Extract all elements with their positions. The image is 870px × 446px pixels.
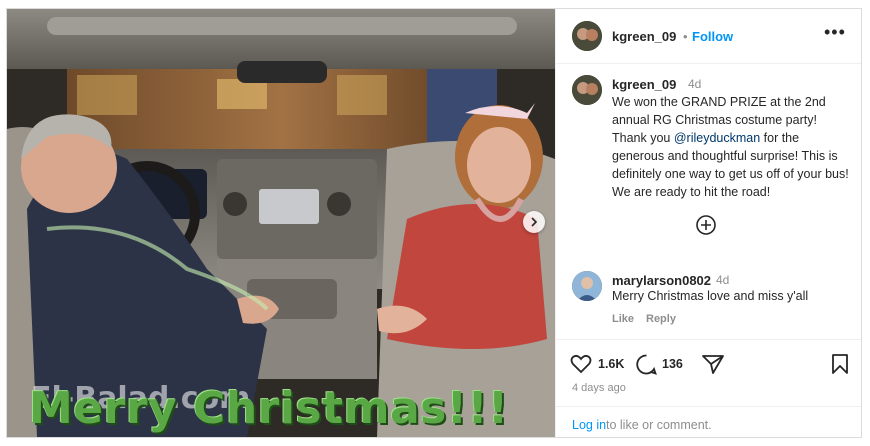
comment-time: 4d — [716, 273, 730, 287]
comments-count: 136 — [662, 357, 683, 371]
heart-icon[interactable] — [570, 354, 592, 374]
comment-icon[interactable] — [636, 354, 657, 375]
van-interior-image — [7, 9, 555, 437]
login-prompt-text: to like or comment. — [606, 418, 712, 432]
login-prompt: Log in to like or comment. — [556, 406, 861, 437]
post-card: El-Balad.com Merry Christmas!!! kgreen_0… — [6, 8, 862, 438]
caption-mention-link[interactable]: @rileyduckman — [674, 131, 760, 145]
header-username[interactable]: kgreen_09 — [612, 29, 676, 44]
add-circle-icon[interactable] — [696, 215, 716, 235]
caption-time: 4d — [688, 77, 702, 91]
post-sidebar: kgreen_09 • Follow ••• kgreen_09 4d We w… — [555, 9, 861, 437]
chevron-right-icon — [531, 217, 538, 227]
caption-username[interactable]: kgreen_09 — [612, 77, 676, 92]
posted-ago: 4 days ago — [572, 382, 626, 394]
post-photo[interactable]: El-Balad.com Merry Christmas!!! — [7, 9, 555, 437]
bookmark-icon[interactable] — [832, 354, 848, 374]
avatar-image — [572, 271, 602, 301]
comment-avatar[interactable] — [572, 271, 602, 301]
caption-avatar[interactable] — [572, 75, 602, 105]
login-link[interactable]: Log in — [572, 418, 606, 432]
share-icon[interactable] — [702, 354, 724, 374]
post-actions: 1.6K 136 4 days ago Log in to like or co… — [556, 339, 861, 437]
overlay-greeting-text: Merry Christmas!!! — [29, 383, 509, 434]
more-icon[interactable]: ••• — [824, 22, 846, 43]
avatar-image — [572, 75, 602, 105]
comment-like-button[interactable]: Like — [612, 313, 634, 325]
post-header: kgreen_09 • Follow ••• — [556, 9, 861, 64]
avatar-image — [572, 21, 602, 51]
avatar[interactable] — [572, 21, 602, 51]
header-separator: • — [683, 29, 688, 44]
comment-reply-button[interactable]: Reply — [646, 313, 676, 325]
follow-button[interactable]: Follow — [692, 29, 733, 44]
comment-text: Merry Christmas love and miss y'all — [612, 289, 809, 303]
caption-text: We won the GRAND PRIZE at the 2nd annual… — [612, 93, 854, 201]
likes-count: 1.6K — [598, 357, 625, 371]
next-photo-button[interactable] — [523, 211, 545, 233]
comment-username[interactable]: marylarson0802 — [612, 273, 711, 288]
